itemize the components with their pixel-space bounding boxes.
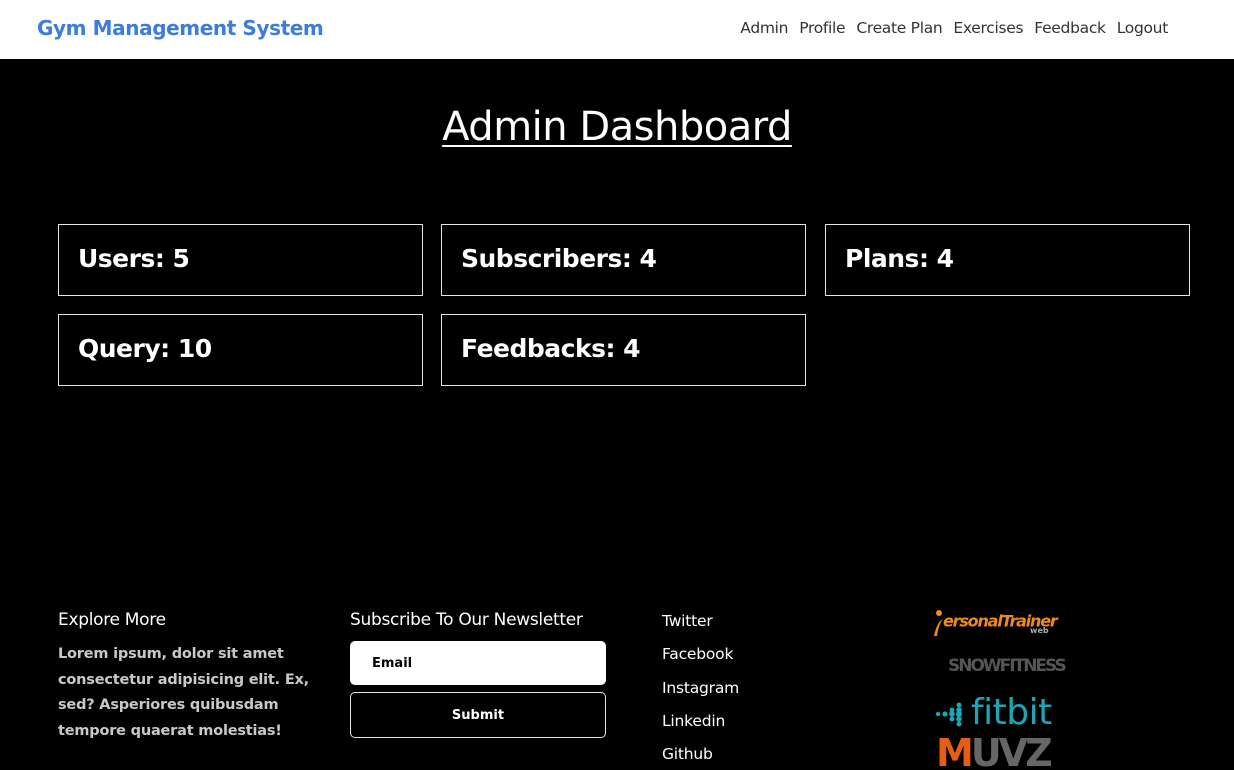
stat-label: Subscribers: 4	[461, 244, 657, 273]
stat-label: Users: 5	[78, 244, 190, 273]
footer-newsletter: Subscribe To Our Newsletter	[350, 610, 583, 630]
nav-link-feedback[interactable]: Feedback	[1034, 19, 1106, 37]
facebook-link[interactable]: Facebook	[662, 645, 739, 678]
nav-links: Admin Profile Create Plan Exercises Feed…	[740, 19, 1168, 37]
stat-card-users: Users: 5	[58, 224, 423, 296]
nav-link-create-plan[interactable]: Create Plan	[856, 19, 942, 37]
explore-heading: Explore More	[58, 610, 166, 630]
stat-card-plans: Plans: 4	[825, 224, 1190, 296]
stat-card-subscribers: Subscribers: 4	[441, 224, 806, 296]
newsletter-submit-button[interactable]: Submit	[350, 692, 606, 738]
page-title: Admin Dashboard	[442, 104, 792, 150]
newsletter-heading: Subscribe To Our Newsletter	[350, 610, 583, 630]
footer-social-links: Twitter Facebook Instagram Linkedin Gith…	[662, 612, 739, 770]
twitter-link[interactable]: Twitter	[662, 612, 739, 645]
muvz-logo: MUVZ	[936, 731, 1053, 770]
personal-trainer-logo: ersonalTrainer web	[933, 608, 1058, 636]
instagram-link[interactable]: Instagram	[662, 679, 739, 712]
stat-card-query: Query: 10	[58, 314, 423, 386]
stat-label: Query: 10	[78, 334, 212, 363]
snow-fitness-logo: SNOWFITNESS	[948, 656, 1067, 676]
newsletter-email-input[interactable]	[350, 641, 606, 685]
swoosh-icon	[934, 610, 943, 636]
nav-link-admin[interactable]: Admin	[740, 19, 788, 37]
brand-title[interactable]: Gym Management System	[37, 16, 324, 40]
fitbit-dots-icon	[935, 702, 962, 727]
github-link[interactable]: Github	[662, 745, 739, 770]
fitbit-logo: fitbit	[933, 692, 1052, 733]
nav-link-exercises[interactable]: Exercises	[953, 19, 1023, 37]
stat-label: Plans: 4	[845, 244, 954, 273]
linkedin-link[interactable]: Linkedin	[662, 712, 739, 745]
nav-link-logout[interactable]: Logout	[1117, 19, 1169, 37]
stat-label: Feedbacks: 4	[461, 334, 641, 363]
explore-text: Lorem ipsum, dolor sit amet consectetur …	[58, 646, 309, 739]
stat-card-feedbacks: Feedbacks: 4	[441, 314, 806, 386]
nav-link-profile[interactable]: Profile	[799, 19, 845, 37]
page-title-wrapper: Admin Dashboard	[0, 104, 1234, 150]
navbar: Gym Management System Admin Profile Crea…	[0, 0, 1234, 59]
footer-explore: Explore More Lorem ipsum, dolor sit amet…	[58, 610, 318, 744]
